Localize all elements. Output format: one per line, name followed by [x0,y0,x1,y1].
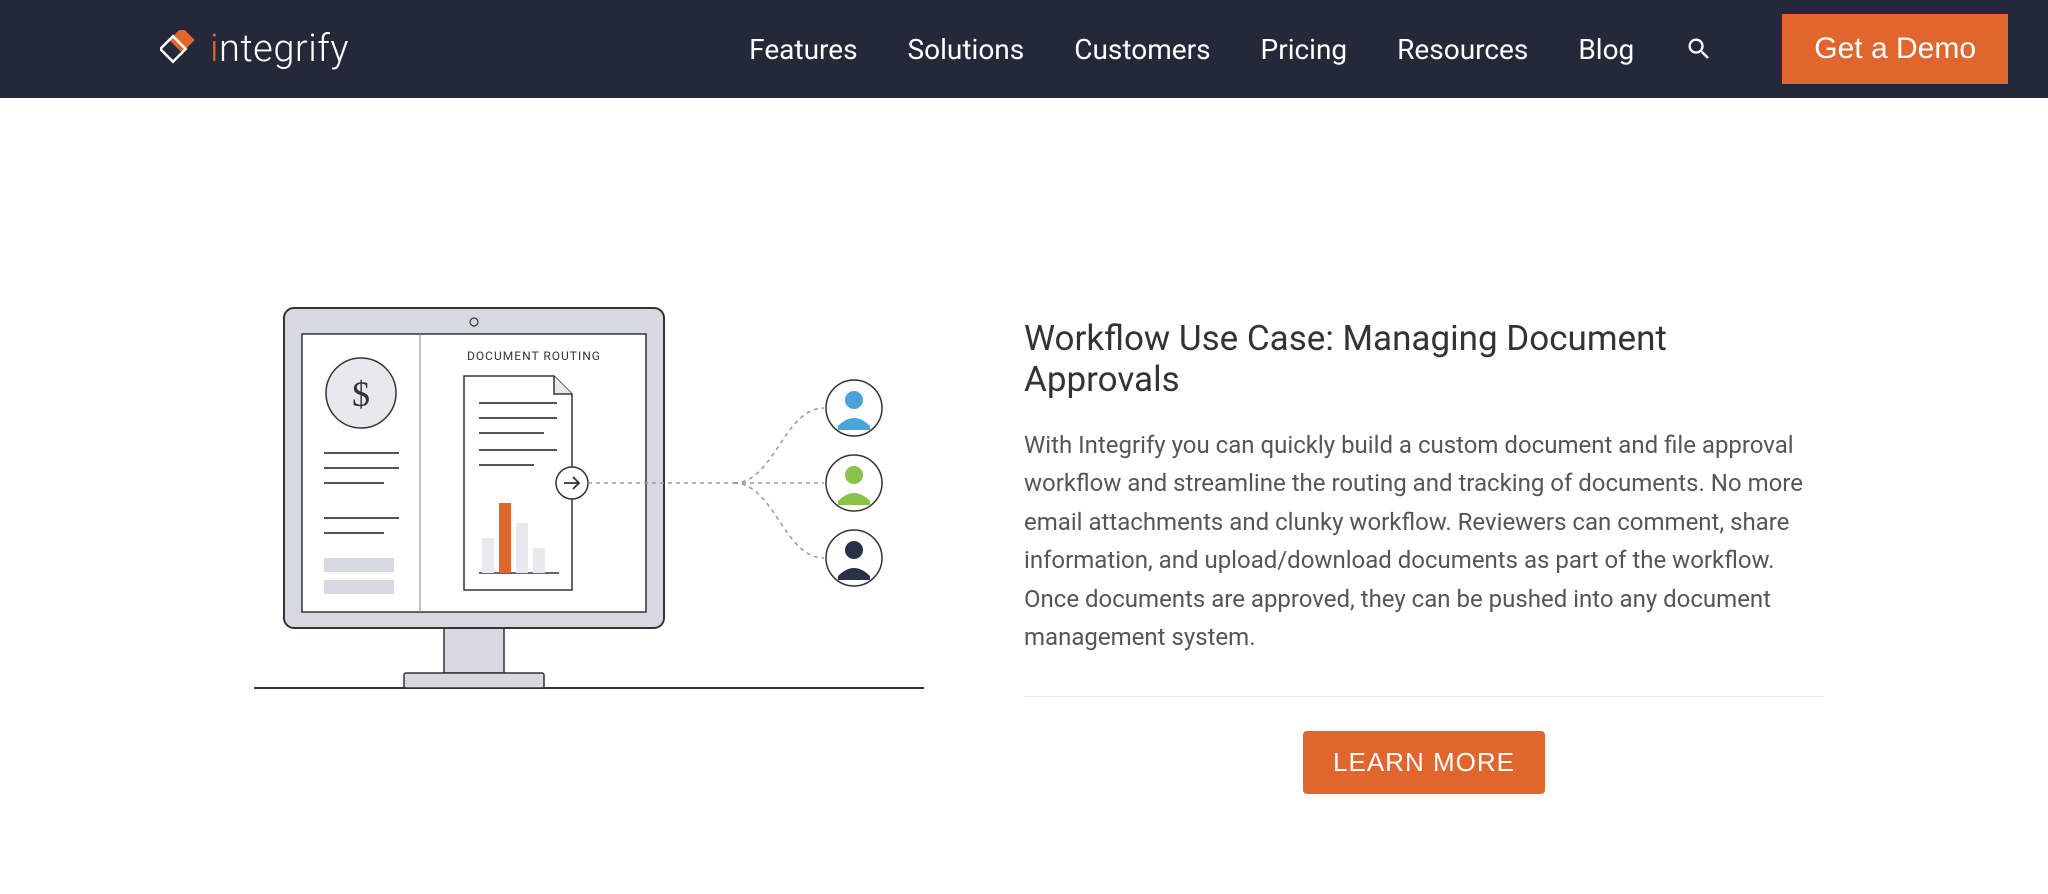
person-icon [826,455,882,511]
primary-nav: Features Solutions Customers Pricing Res… [749,14,2008,84]
svg-text:$: $ [352,374,370,414]
nav-customers[interactable]: Customers [1074,33,1210,66]
nav-blog[interactable]: Blog [1578,33,1634,66]
illustration-label: DOCUMENT ROUTING [467,349,601,363]
logo[interactable]: integrify [160,27,349,71]
learn-more-button[interactable]: LEARN MORE [1303,731,1545,794]
divider [1024,696,1824,697]
get-demo-button[interactable]: Get a Demo [1782,14,2008,84]
logo-text: integrify [210,27,349,71]
feature-heading: Workflow Use Case: Managing Document App… [1024,318,1824,400]
document-routing-illustration: $ DOCUMENT ROUTING [224,298,944,698]
person-icon [826,530,882,586]
person-icon [826,380,882,436]
feature-section: $ DOCUMENT ROUTING [0,98,2048,894]
feature-body: With Integrify you can quickly build a c… [1024,426,1824,656]
nav-solutions[interactable]: Solutions [908,33,1025,66]
nav-resources[interactable]: Resources [1397,33,1528,66]
nav-features[interactable]: Features [749,33,857,66]
site-header: integrify Features Solutions Customers P… [0,0,2048,98]
nav-pricing[interactable]: Pricing [1261,33,1348,66]
search-icon[interactable] [1684,34,1714,64]
feature-text: Workflow Use Case: Managing Document App… [1024,298,1824,794]
logo-icon [160,30,198,68]
